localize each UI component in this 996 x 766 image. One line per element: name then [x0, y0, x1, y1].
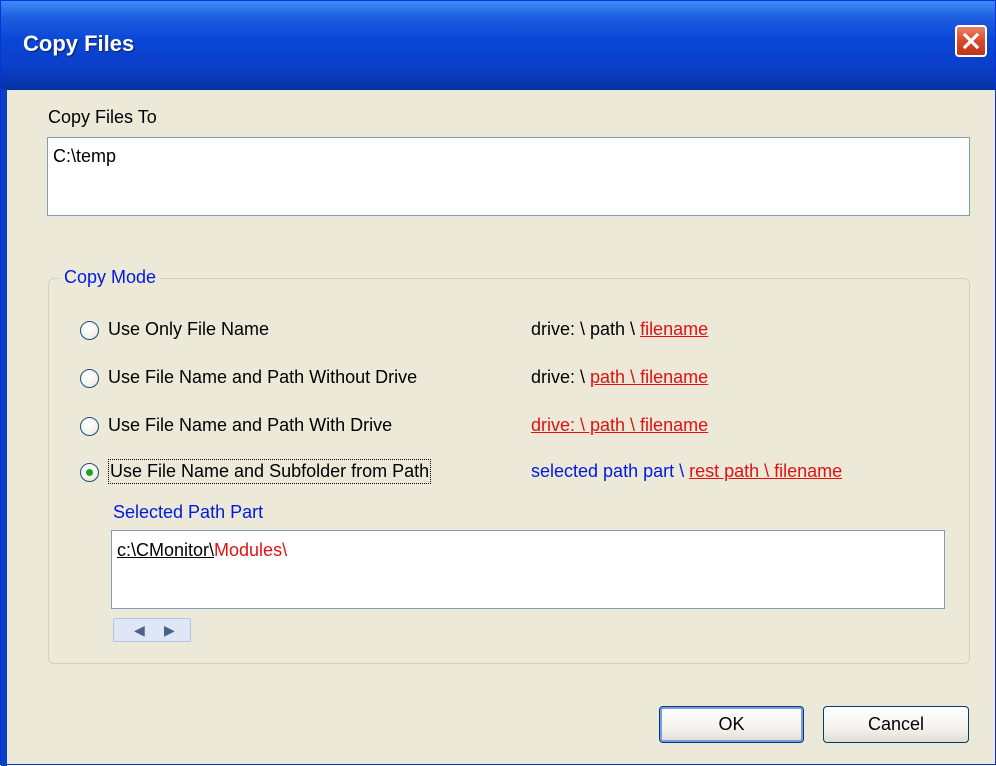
copy-mode-legend: Copy Mode: [60, 267, 161, 288]
example-selected-part: selected path part \: [531, 461, 690, 481]
example-highlight: path \ filename: [590, 367, 709, 387]
selected-path-input[interactable]: c:\CMonitor\Modules\: [111, 530, 945, 609]
copy-to-label: Copy Files To: [48, 107, 157, 127]
copy-to-value: C:\temp: [53, 146, 117, 166]
option-label[interactable]: Use Only File Name: [108, 319, 269, 340]
option-label[interactable]: Use File Name and Subfolder from Path: [107, 459, 432, 484]
close-icon[interactable]: [955, 25, 987, 57]
option-example: drive: \ path \ filename: [531, 415, 708, 436]
example-highlight: rest path \ filename: [689, 461, 843, 481]
path-scroll-buttons: ◀ ▶: [113, 618, 191, 642]
radio-file-name-path-without-drive[interactable]: [80, 369, 99, 388]
example-plain: drive: \: [531, 367, 591, 387]
scroll-left-icon[interactable]: ◀: [134, 622, 145, 639]
selected-path-label: Selected Path Part: [113, 502, 264, 522]
example-plain: drive: \ path \: [531, 319, 641, 339]
radio-file-name-subfolder-from-path[interactable]: [80, 463, 99, 482]
cancel-button[interactable]: Cancel: [823, 706, 969, 743]
radio-use-only-file-name[interactable]: [80, 321, 99, 340]
option-example: drive: \ path \ filename: [531, 319, 708, 340]
window-title: Copy Files: [23, 31, 135, 56]
option-label[interactable]: Use File Name and Path Without Drive: [108, 367, 417, 388]
rest-path-part: Modules\: [214, 540, 288, 560]
example-highlight: filename: [640, 319, 709, 339]
radio-file-name-path-with-drive[interactable]: [80, 417, 99, 436]
copy-files-dialog: Copy Files Copy Files To C:\temp Copy Mo…: [0, 0, 996, 766]
radio-selected-dot: [86, 469, 93, 476]
selected-path-part: c:\CMonitor\: [117, 540, 215, 560]
title-bar[interactable]: Copy Files: [1, 1, 995, 90]
option-example: selected path part \ rest path \ filenam…: [531, 461, 842, 482]
option-example: drive: \ path \ filename: [531, 367, 708, 388]
option-label[interactable]: Use File Name and Path With Drive: [108, 415, 392, 436]
window-border: [1, 89, 7, 766]
selected-path-value: c:\CMonitor\Modules\: [117, 540, 287, 561]
example-highlight: drive: \ path \ filename: [531, 415, 709, 435]
ok-button[interactable]: OK: [659, 706, 804, 743]
scroll-right-icon[interactable]: ▶: [164, 622, 175, 639]
copy-to-input[interactable]: C:\temp: [47, 137, 970, 216]
